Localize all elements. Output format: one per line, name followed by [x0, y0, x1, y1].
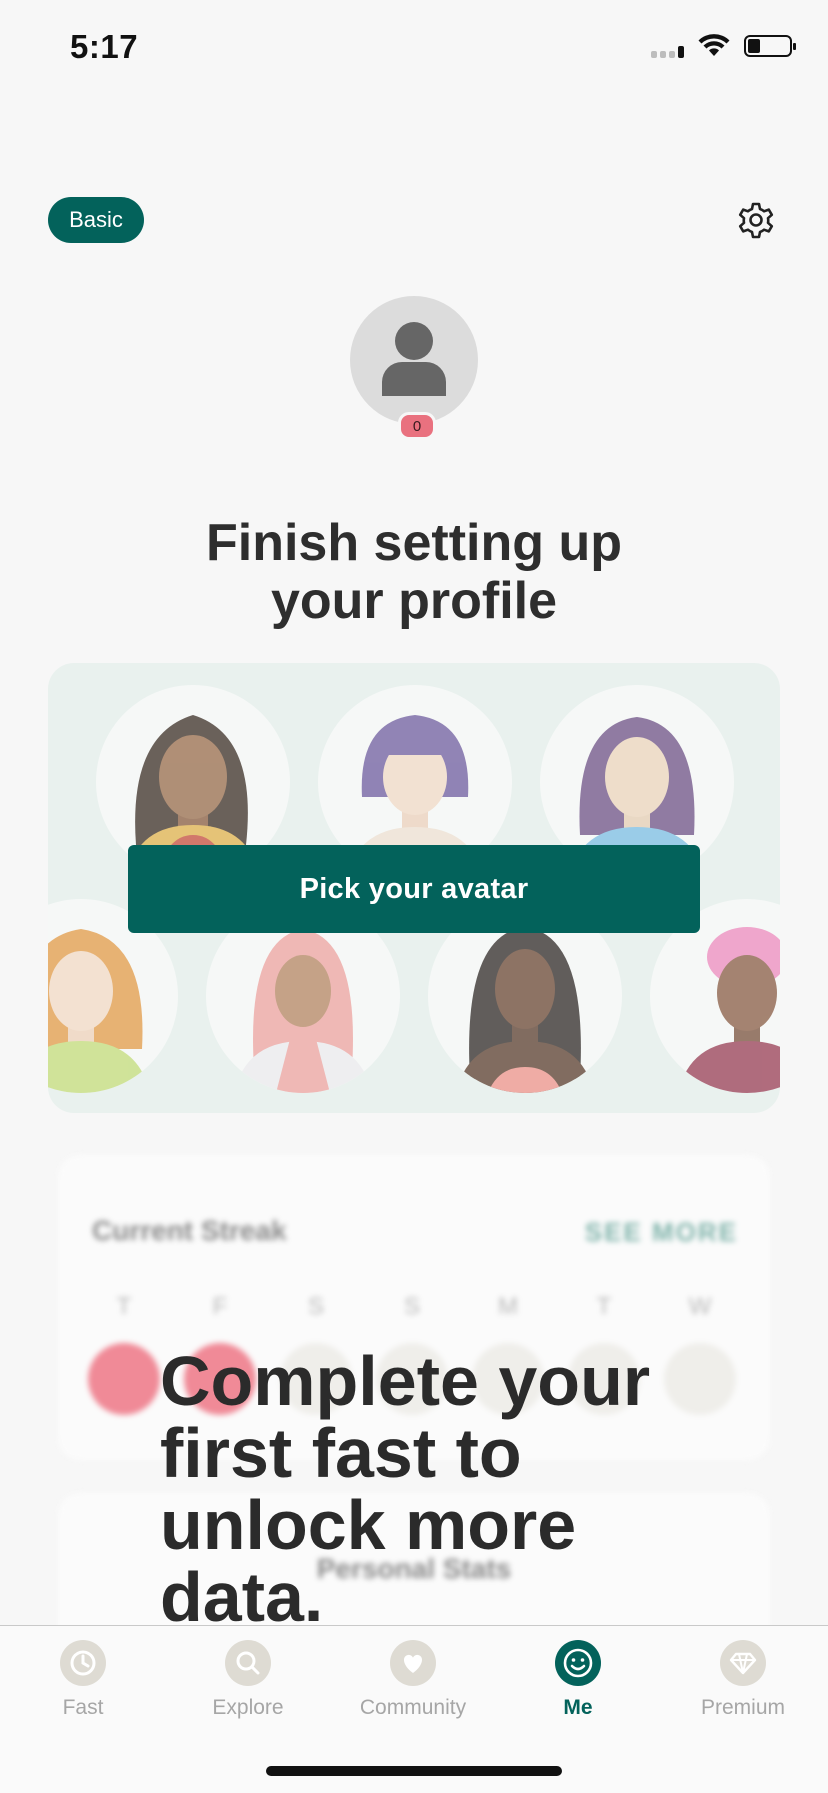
tab-label: Premium: [700, 1696, 785, 1719]
heart-icon: [390, 1640, 436, 1686]
tab-me[interactable]: Me: [503, 1640, 653, 1720]
profile-badge-count: 0: [398, 412, 436, 440]
battery-icon: [744, 35, 796, 57]
day-label: S: [307, 1293, 324, 1320]
status-bar: 5:17: [0, 0, 828, 100]
diamond-icon: [720, 1640, 766, 1686]
tab-label: Me: [563, 1696, 593, 1719]
streak-title: Current Streak: [92, 1215, 287, 1246]
tab-label: Community: [359, 1696, 467, 1719]
locked-data-message: Complete your first fast to unlock more …: [160, 1342, 651, 1636]
status-time: 5:17: [70, 28, 139, 65]
person-placeholder-icon: [382, 322, 446, 396]
plan-badge[interactable]: Basic: [48, 197, 144, 243]
settings-gear-icon[interactable]: [736, 200, 776, 240]
pick-avatar-button[interactable]: Pick your avatar: [128, 845, 700, 933]
tab-label: Explore: [212, 1696, 284, 1719]
day-label: S: [403, 1293, 420, 1320]
tab-fast[interactable]: Fast: [8, 1640, 158, 1720]
day-label: T: [596, 1293, 612, 1320]
heading-line-2: your profile: [270, 572, 558, 630]
cellular-signal-icon: [651, 34, 684, 58]
search-icon: [225, 1640, 271, 1686]
home-indicator[interactable]: [266, 1766, 562, 1776]
wifi-icon: [698, 34, 730, 56]
day-completed-dot: [88, 1343, 160, 1415]
tab-premium[interactable]: Premium: [668, 1640, 818, 1720]
setup-profile-heading: Finish setting up your profile: [0, 514, 828, 630]
day-label: F: [212, 1293, 228, 1320]
see-more-link[interactable]: SEE MORE: [585, 1217, 738, 1248]
tab-explore[interactable]: Explore: [173, 1640, 323, 1720]
day-label: T: [116, 1293, 132, 1320]
smiley-icon: [555, 1640, 601, 1686]
heading-line-1: Finish setting up: [206, 514, 622, 572]
clock-icon: [60, 1640, 106, 1686]
tab-community[interactable]: Community: [338, 1640, 488, 1720]
day-label: M: [498, 1293, 518, 1320]
status-icons: [651, 34, 796, 58]
profile-avatar[interactable]: [350, 296, 478, 424]
day-label: W: [688, 1293, 712, 1320]
tab-label: Fast: [62, 1696, 104, 1719]
